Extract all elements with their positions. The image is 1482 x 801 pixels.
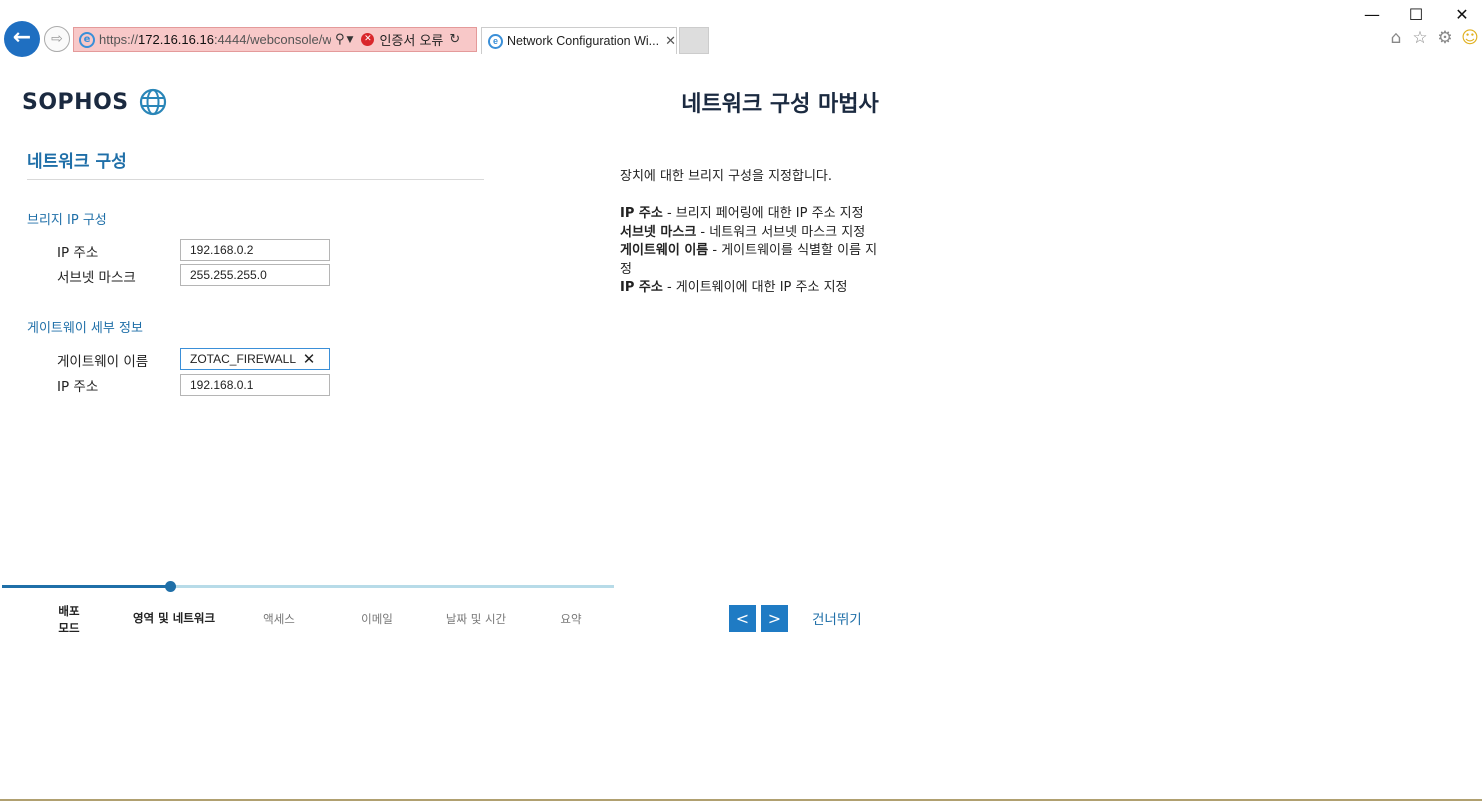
step-datetime[interactable]: 날짜 및 시간 [437, 611, 515, 628]
page-title: 네트워크 구성 마법사 [681, 92, 879, 117]
address-bar[interactable]: e https://172.16.16.16:4444/webconsole/w… [73, 27, 477, 52]
gateway-group-title: 게이트웨이 세부 정보 [27, 321, 143, 336]
step-summary[interactable]: 요약 [551, 611, 591, 628]
globe-icon [139, 88, 166, 116]
smile-icon[interactable]: ☺ [1459, 27, 1481, 49]
divider [27, 179, 484, 180]
url-prefix: https:// [99, 32, 139, 47]
skip-link[interactable]: 건너뛰기 [812, 608, 862, 628]
step-deploy-mode[interactable]: 배포 모드 [50, 603, 88, 637]
subnet-mask-label: 서브넷 마스크 [57, 270, 136, 286]
step-email[interactable]: 이메일 [347, 611, 407, 628]
close-icon[interactable]: ✕ [665, 33, 676, 49]
subnet-mask-input[interactable]: 255.255.255.0 [180, 264, 330, 286]
cert-error-label[interactable]: 인증서 오류 [379, 30, 443, 49]
forward-icon[interactable]: ⇨ [44, 26, 70, 52]
help-line: 서브넷 마스크 - 네트워크 서브넷 마스크 지정 [620, 224, 866, 240]
gear-icon[interactable]: ⚙ [1434, 27, 1456, 49]
browser-chrome: — ☐ ✕ ← ⇨ e https://172.16.16.16:4444/we… [0, 0, 1482, 62]
step-access[interactable]: 액세스 [249, 611, 309, 628]
sophos-logo: SOPHOS [22, 88, 167, 116]
previous-button[interactable]: < [729, 605, 756, 632]
gateway-ip-label: IP 주소 [57, 379, 99, 395]
star-icon[interactable]: ☆ [1409, 27, 1431, 49]
close-button[interactable]: ✕ [1450, 4, 1474, 26]
gateway-name-label: 게이트웨이 이름 [57, 354, 149, 370]
url-text[interactable]: https://172.16.16.16:4444/webconsole/we [99, 32, 331, 47]
url-rest: :4444/webconsole/we [213, 32, 331, 47]
cert-error-icon[interactable]: ✕ [361, 33, 375, 46]
ip-address-input[interactable]: 192.168.0.2 [180, 239, 330, 261]
ip-address-label: IP 주소 [57, 245, 99, 261]
help-intro: 장치에 대한 브리지 구성을 지정합니다. [620, 169, 833, 184]
gateway-ip-input[interactable]: 192.168.0.1 [180, 374, 330, 396]
ie-icon: e [79, 31, 95, 48]
url-host: 172.16.16.16 [138, 32, 214, 47]
help-panel: 장치에 대한 브리지 구성을 지정합니다. IP 주소 - 브리지 페어링에 대… [620, 168, 885, 298]
minimize-button[interactable]: — [1360, 4, 1384, 26]
clear-icon[interactable]: ✕ [301, 350, 317, 368]
bridge-ip-group-title: 브리지 IP 구성 [27, 213, 107, 228]
search-icon[interactable]: ⚲ [335, 32, 345, 47]
chevron-down-icon[interactable]: ▼ [347, 35, 354, 45]
step-zone-network[interactable]: 영역 및 네트워크 [124, 610, 224, 627]
tab-title: Network Configuration Wi... [506, 34, 660, 48]
help-line: IP 주소 - 게이트웨이에 대한 IP 주소 지정 [620, 280, 848, 295]
back-icon[interactable]: ← [4, 21, 40, 57]
help-line: 게이트웨이 이름 - 게이트웨이를 식별할 이름 지정 [620, 243, 878, 277]
progress-marker [165, 581, 176, 592]
new-tab-button[interactable] [679, 27, 709, 54]
section-title: 네트워크 구성 [27, 152, 127, 172]
next-button[interactable]: > [761, 605, 788, 632]
ie-icon: e [488, 33, 503, 49]
maximize-button[interactable]: ☐ [1404, 4, 1428, 26]
help-line: IP 주소 - 브리지 페어링에 대한 IP 주소 지정 [620, 206, 864, 221]
logo-text: SOPHOS [22, 89, 129, 115]
tab-network-config[interactable]: e Network Configuration Wi... ✕ [481, 27, 677, 54]
home-icon[interactable]: ⌂ [1385, 27, 1407, 49]
refresh-icon[interactable]: ↻ [449, 32, 460, 47]
progress-fill [2, 585, 170, 588]
